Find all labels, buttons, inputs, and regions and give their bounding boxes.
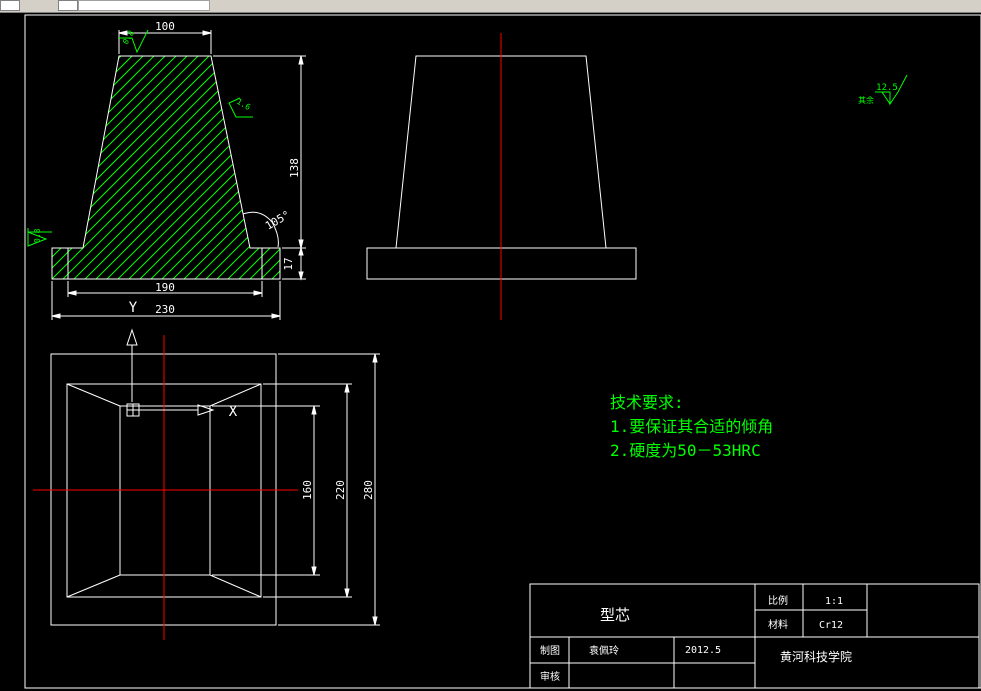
toolbar-field[interactable] <box>78 0 210 11</box>
cad-drawing-canvas[interactable]: 100 138 17 190 230 105° 0.8 1.6 0.8 160 … <box>0 12 981 691</box>
hatch-line <box>238 56 280 279</box>
hatch-line <box>52 56 226 279</box>
hatch-line <box>216 56 280 279</box>
hatch-line <box>52 56 193 279</box>
title-scale-label: 比例 <box>768 594 788 607</box>
dim-plan-220-label: 220 <box>334 480 347 500</box>
title-date: 2012.5 <box>685 645 721 656</box>
notes-line-1: 1.要保证其合适的倾角 <box>610 417 773 436</box>
hatch-line <box>52 56 116 279</box>
title-checked-label: 审核 <box>540 670 560 683</box>
notes-title: 技术要求: <box>610 393 684 412</box>
title-scale-value: 1:1 <box>825 596 843 607</box>
hatch-line <box>52 56 83 279</box>
hatch-line <box>52 56 237 279</box>
hatch-line <box>52 56 149 279</box>
toolbar-tab[interactable] <box>0 0 20 11</box>
section-hatch <box>52 56 280 279</box>
ucs-x-label: X <box>229 404 238 420</box>
title-drawn-label: 制图 <box>540 644 560 657</box>
dim-base-height-label: 17 <box>282 257 295 270</box>
ucs-icon <box>126 328 215 417</box>
dim-total-width-label: 230 <box>155 303 175 316</box>
hatch-line <box>52 56 215 279</box>
hatch-line <box>205 56 280 279</box>
hatch-line <box>52 56 160 279</box>
title-drawn-name: 袁佩玲 <box>589 644 619 657</box>
title-material-value: Cr12 <box>819 620 843 631</box>
title-material-label: 材料 <box>768 618 788 631</box>
title-part-name: 型芯 <box>600 606 630 624</box>
roughness-general-value: 12.5 <box>876 83 898 93</box>
roughness-slope-value: 1.6 <box>235 97 252 112</box>
dim-angle-label: 105° <box>263 208 292 233</box>
dim-height-label: 138 <box>288 158 301 178</box>
hatch-line <box>52 56 204 279</box>
drawing-border <box>24 14 981 689</box>
toolbar-tab[interactable] <box>58 0 78 11</box>
roughness-general-label: 其余 <box>858 95 874 105</box>
hatch-line <box>227 56 280 279</box>
hatch-line <box>52 56 72 279</box>
dim-inner-width-label: 190 <box>155 281 175 294</box>
dim-top-width-label: 100 <box>155 20 175 33</box>
front-section-view <box>51 55 281 280</box>
title-school: 黄河科技学院 <box>780 649 852 664</box>
notes-line-2: 2.硬度为50－53HRC <box>610 441 761 460</box>
ucs-y-label: Y <box>129 300 138 316</box>
roughness-left-value: 0.8 <box>33 228 42 243</box>
hatch-line <box>52 56 61 279</box>
dim-plan-280-label: 280 <box>362 480 375 500</box>
title-block <box>529 583 980 689</box>
hatch-line <box>52 56 127 279</box>
dim-plan-160-label: 160 <box>301 480 314 500</box>
